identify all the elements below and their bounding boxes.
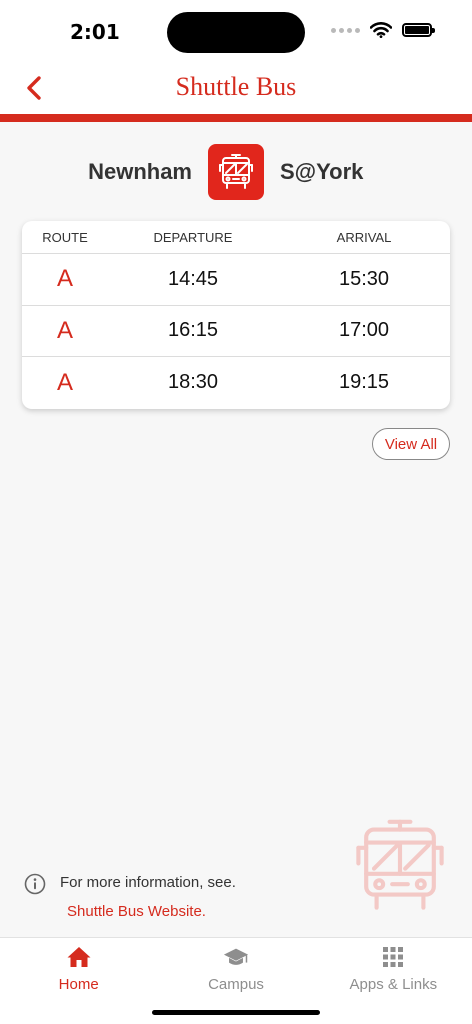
battery-icon [402, 23, 435, 37]
status-bar: 2:01 [0, 0, 472, 62]
wifi-icon [370, 22, 392, 38]
page-title: Shuttle Bus [175, 72, 297, 101]
arrival-cell: 17:00 [338, 319, 390, 342]
status-time: 2:01 [70, 20, 120, 44]
tab-home[interactable]: Home [0, 938, 157, 1024]
view-all-button[interactable]: View All [372, 428, 450, 460]
table-row: A 16:15 17:00 [22, 306, 450, 357]
departure-cell: 18:30 [167, 371, 219, 394]
nav-bar: Shuttle Bus [0, 62, 472, 114]
home-indicator [152, 1010, 320, 1015]
bus-badge [208, 144, 264, 200]
tab-label: Apps & Links [349, 976, 438, 993]
info-icon [24, 873, 46, 895]
shuttle-bus-website-link[interactable]: Shuttle Bus Website. [67, 903, 206, 920]
cellular-signal-icon [331, 27, 360, 33]
departure-cell: 14:45 [167, 267, 219, 290]
tab-label: Campus [208, 976, 264, 993]
column-header-route: ROUTE [42, 229, 88, 245]
column-header-arrival: ARRIVAL [336, 229, 392, 245]
status-indicators [331, 22, 435, 38]
destination-stop: S@York [280, 159, 364, 184]
timetable-header: ROUTE DEPARTURE ARRIVAL [22, 221, 450, 254]
departure-cell: 16:15 [167, 319, 219, 342]
arrival-cell: 19:15 [338, 371, 390, 394]
grid-icon [380, 944, 406, 970]
timetable-card: ROUTE DEPARTURE ARRIVAL A 14:45 15:30 A … [22, 221, 450, 409]
table-row: A 18:30 19:15 [22, 357, 450, 409]
header-divider [0, 114, 472, 122]
tab-apps-links[interactable]: Apps & Links [315, 938, 472, 1024]
route-cell: A [56, 316, 73, 344]
dynamic-island [167, 12, 305, 53]
route-cell: A [56, 265, 73, 293]
table-row: A 14:45 15:30 [22, 254, 450, 306]
tab-label: Home [58, 976, 99, 993]
bus-icon [219, 154, 253, 189]
route-header: Newnham S@York [0, 144, 472, 200]
route-cell: A [56, 368, 73, 396]
origin-stop: Newnham [88, 159, 192, 184]
bus-watermark-icon [356, 819, 444, 910]
column-header-departure: DEPARTURE [153, 229, 233, 245]
info-text: For more information, see. [60, 874, 236, 891]
graduation-cap-icon [223, 944, 249, 970]
home-icon [66, 944, 92, 970]
arrival-cell: 15:30 [338, 267, 390, 290]
